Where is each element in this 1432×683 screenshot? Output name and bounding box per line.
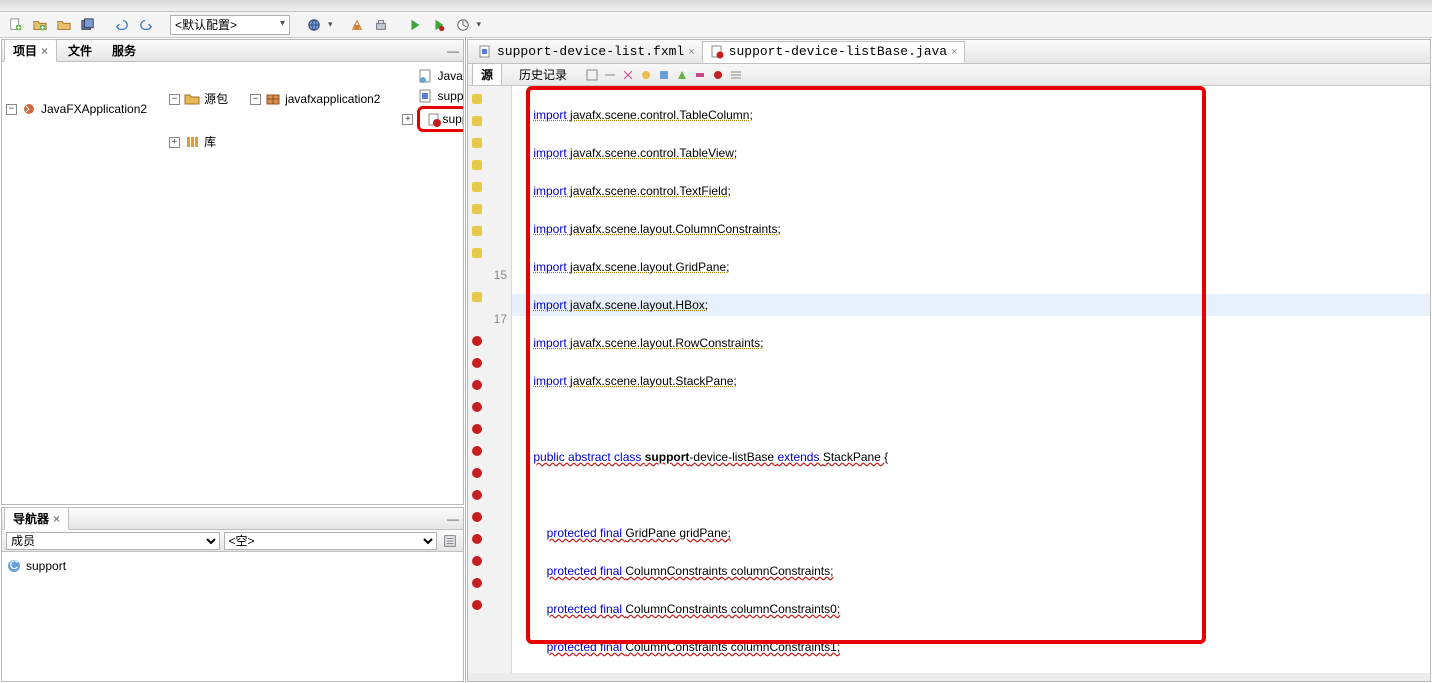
expand-toggle[interactable]: + (402, 114, 413, 125)
run-config-select[interactable]: <默认配置> (170, 15, 290, 35)
project-tree[interactable]: − JavaFXApplication2 − 源包 − javafxapplicati… (2, 62, 463, 504)
profile-button[interactable] (453, 15, 473, 35)
menu-bar-shadow (0, 0, 1432, 12)
class-icon: C (6, 558, 22, 574)
empty-select[interactable]: <空> (224, 532, 438, 550)
editor-toolbar (584, 67, 744, 83)
fxml-file-icon (477, 44, 493, 60)
clean-build-button[interactable] (371, 15, 391, 35)
tree-file-fxml[interactable]: support-device-list.fxml (437, 86, 463, 106)
run-button[interactable] (405, 15, 425, 35)
tb-icon[interactable] (602, 67, 618, 83)
undo-button[interactable] (112, 15, 132, 35)
tree-node-package[interactable]: javafxapplication2 (285, 89, 380, 109)
members-select[interactable]: 成员 (6, 532, 220, 550)
expand-toggle[interactable]: − (169, 94, 180, 105)
minimize-icon[interactable]: — (447, 44, 461, 58)
editor-pane: support-device-list.fxml × support-devic… (467, 39, 1431, 682)
expand-toggle[interactable]: − (250, 94, 261, 105)
tab-files[interactable]: 文件 (59, 39, 101, 62)
tab-projects[interactable]: 项目× (4, 39, 57, 62)
close-icon[interactable]: × (53, 512, 60, 526)
tb-icon[interactable] (692, 67, 708, 83)
save-all-button[interactable] (78, 15, 98, 35)
tree-node-libs[interactable]: 库 (204, 132, 216, 152)
main-toolbar: <默认配置> ▾ ▾ (0, 12, 1432, 38)
tree-file-java-main[interactable]: JavaFXApplication2.java (437, 66, 463, 86)
package-icon (265, 91, 281, 107)
tb-icon[interactable] (728, 67, 744, 83)
tb-icon[interactable] (638, 67, 654, 83)
tb-icon[interactable] (674, 67, 690, 83)
code-editor[interactable]: import javafx.scene.control.TableColumn;… (512, 86, 1430, 673)
java-error-file-icon (426, 112, 442, 128)
redo-button[interactable] (136, 15, 156, 35)
tb-icon[interactable] (584, 67, 600, 83)
editor-tab-java[interactable]: support-device-listBase.java × (702, 41, 965, 63)
open-project-button[interactable] (54, 15, 74, 35)
editor-tab-fxml[interactable]: support-device-list.fxml × (470, 41, 702, 63)
minimize-icon[interactable]: — (447, 512, 461, 526)
project-icon (21, 101, 37, 117)
folder-icon (184, 91, 200, 107)
tab-navigator[interactable]: 导航器× (4, 507, 69, 530)
tree-node-src[interactable]: 源包 (204, 89, 228, 109)
navigator-pane: 导航器× — 成员 <空> Csupport (1, 507, 464, 682)
fxml-file-icon (417, 88, 433, 104)
tree-node-project[interactable]: JavaFXApplication2 (41, 99, 147, 119)
navigator-tree[interactable]: Csupport (2, 552, 463, 681)
svg-text:C: C (10, 558, 19, 572)
close-icon[interactable]: × (41, 44, 48, 58)
new-project-button[interactable] (30, 15, 50, 35)
filter-icon[interactable] (441, 532, 459, 550)
tb-icon[interactable] (620, 67, 636, 83)
globe-button[interactable] (304, 15, 324, 35)
close-tab-icon[interactable]: × (688, 46, 694, 58)
tree-file-listbase-highlight[interactable]: support-device-listBase.java (417, 106, 463, 132)
subtab-history[interactable]: 历史记录 (510, 63, 576, 86)
library-icon (184, 134, 200, 150)
tb-icon[interactable] (656, 67, 672, 83)
projects-pane: 项目× 文件 服务 — − JavaFXApplication2 − 源包 (1, 39, 464, 505)
debug-button[interactable] (429, 15, 449, 35)
new-file-button[interactable] (6, 15, 26, 35)
expand-toggle[interactable]: − (6, 104, 17, 115)
editor-gutter[interactable]: 15 17 (468, 86, 512, 673)
close-tab-icon[interactable]: × (951, 46, 957, 58)
tab-services[interactable]: 服务 (103, 39, 145, 62)
java-error-file-icon (709, 44, 725, 60)
tb-icon[interactable] (710, 67, 726, 83)
java-file-icon (417, 68, 433, 84)
subtab-source[interactable]: 源 (472, 63, 502, 86)
navigator-item[interactable]: support (26, 556, 66, 576)
build-button[interactable] (347, 15, 367, 35)
expand-toggle[interactable]: + (169, 137, 180, 148)
